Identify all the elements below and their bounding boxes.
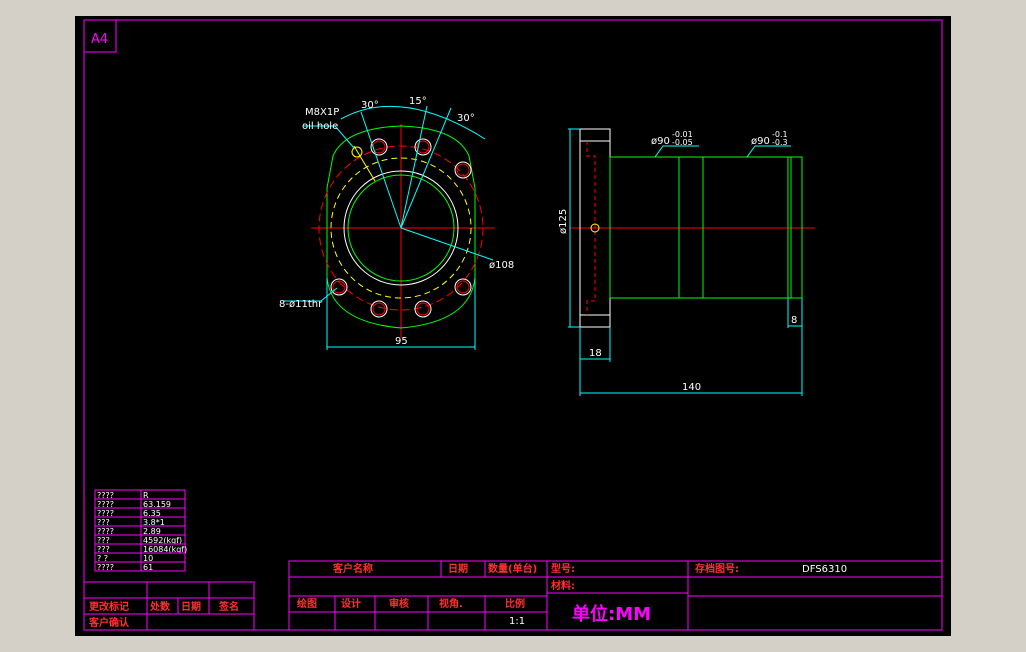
check-label: 审核 [389,597,409,610]
model-label: 型号: [551,562,575,575]
cad-drawing: A4 M8X1P oil hole 30° 15° 30° ø108 8-ø11… [83,19,943,631]
sheet-size-label: A4 [91,32,108,47]
oil-hole-callout: oil hole [302,121,338,132]
holes-callout: 8-ø11thr [279,299,323,310]
customer-confirm-label: 客户确认 [88,616,130,629]
title-block: 客户名称 日期 数量(单台) 型号: 存档图号: DFS6310 材料: 绘图 … [288,560,943,631]
pcd-dim-label: ø108 [489,260,514,271]
param-key: ???? [97,563,114,572]
drawing-border [83,19,943,631]
qty-label: 数量(单台) [488,562,537,575]
angle-label-2: 15° [409,96,427,107]
angle-label-3: 30° [457,113,475,124]
scale-label: 比例 [505,597,525,610]
count-label: 处数 [149,600,171,613]
thread-callout: M8X1P [305,107,339,118]
flange-dia-label: ø125 [558,209,569,234]
dia1-leader [654,145,699,158]
scale-value: 1:1 [509,616,525,627]
flange-thk-label: 18 [589,348,602,359]
sign-label: 签名 [218,600,239,613]
param-value: 61 [143,563,153,572]
side-view: ø90 -0.01 -0.05 ø90 -0.1 -0.3 ø125 18 14… [558,128,815,396]
drawing-no-label: 存档图号: [695,562,739,575]
drawing-no-value: DFS6310 [802,564,847,575]
drawing-sheet: A4 M8X1P oil hole 30° 15° 30° ø108 8-ø11… [75,16,951,636]
change-mark-label: 更改标记 [89,600,129,613]
view-label: 视角. [439,597,463,610]
dia1-tol-lower: -0.05 [672,138,693,147]
unit-label: 单位:MM [572,603,651,625]
angle-label-1: 30° [361,100,379,111]
title-date-label: 日期 [448,562,468,575]
front-view: M8X1P oil hole 30° 15° 30° ø108 8-ø11thr… [279,96,514,350]
param-table: ???? R???? 63.159???? 6.35??? 3.8*1???? 2.89?… [94,489,187,572]
dia2-label: ø90 [751,136,770,147]
length-label: 140 [682,382,701,393]
drawn-label: 绘图 [297,597,317,610]
material-label: 材料: [551,579,575,592]
design-label: 设计 [341,597,361,610]
width-dim-label: 95 [395,336,408,347]
dia1-label: ø90 [651,136,670,147]
revision-block: 更改标记 处数 日期 签名 客户确认 [83,581,255,631]
end-len-label: 8 [791,315,797,326]
dia2-tol-lower: -0.3 [772,138,788,147]
dia2-leader [746,145,791,158]
customer-name-label: 客户名称 [332,562,373,575]
rev-date-label: 日期 [181,600,201,613]
